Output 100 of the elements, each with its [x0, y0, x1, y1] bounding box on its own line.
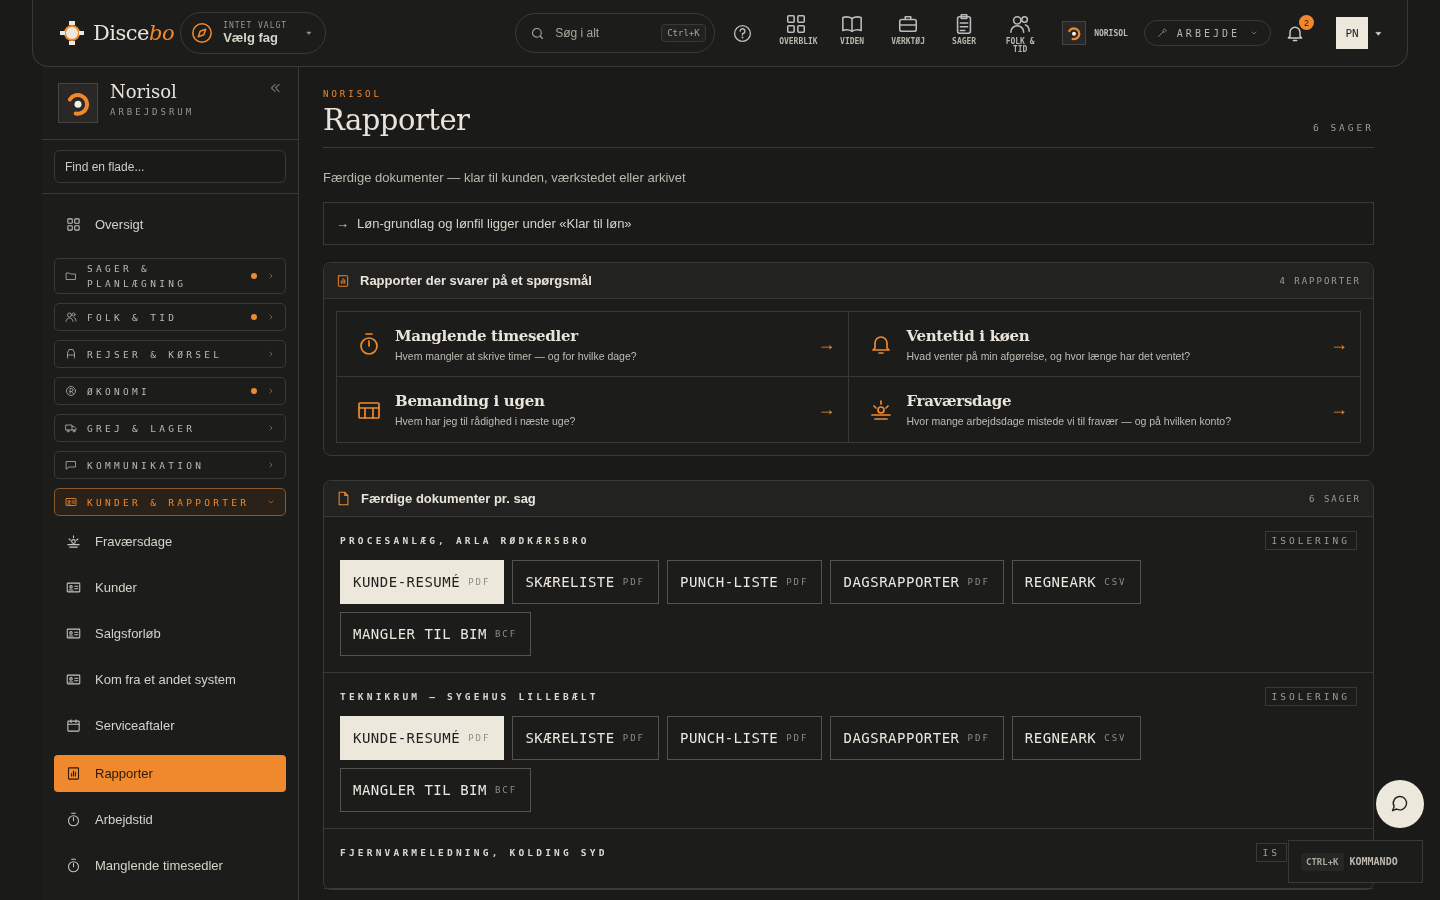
- calendar-icon: [66, 718, 81, 733]
- sidebar-item[interactable]: Salgsforløb: [54, 615, 286, 652]
- compass-icon: [191, 22, 214, 44]
- nav-button[interactable]: SAGER: [940, 12, 989, 54]
- sidebar-item[interactable]: Kom fra et andet system: [54, 661, 286, 698]
- workspace-name[interactable]: NORISOL: [1094, 28, 1128, 38]
- sidebar-item[interactable]: Oversigt: [54, 206, 286, 243]
- sidebar-item[interactable]: Rapporter: [54, 755, 286, 792]
- report-count: 4 RAPPORTER: [1279, 275, 1361, 286]
- grid-icon: [66, 217, 81, 232]
- document-button[interactable]: DAGSRAPPORTER PDF: [830, 716, 1004, 760]
- truck-icon: [65, 422, 77, 434]
- nav-button[interactable]: OVERBLIK: [772, 12, 821, 54]
- breadcrumb: NORISOL: [323, 89, 383, 99]
- case-name: TEKNIKRUM — SYGEHUS LILLEBÆLT: [340, 691, 599, 702]
- command-hint[interactable]: CTRL+K KOMMANDO: [1288, 840, 1423, 883]
- timer-icon: [66, 858, 81, 873]
- sidebar-group[interactable]: ØKONOMI: [54, 377, 286, 405]
- sidebar-item[interactable]: Fraværsdage: [54, 523, 286, 560]
- workspace-title: Norisol: [110, 81, 178, 102]
- shortcut-key: Ctrl+K: [661, 24, 706, 42]
- page-subtitle: Færdige dokumenter — klar til kunden, værkstedet eller arkivet: [323, 170, 687, 185]
- nav-button[interactable]: VÆRKTØJ: [884, 12, 933, 54]
- chevron-icon: [267, 313, 275, 321]
- collapse-icon[interactable]: [268, 81, 282, 95]
- sidebar-item[interactable]: Kunder: [54, 569, 286, 606]
- sidebar-group[interactable]: KUNDER & RAPPORTER: [54, 488, 286, 516]
- sidebar-group[interactable]: REJSER & KØRSEL: [54, 340, 286, 368]
- contact-card-icon: [66, 580, 81, 595]
- wrench-icon: [1156, 28, 1167, 38]
- document-button[interactable]: REGNEARK CSV: [1011, 560, 1141, 604]
- chevron-icon: [267, 461, 275, 469]
- case-name: PROCESANLÆG, ARLA RØDKÆRSBRO: [340, 535, 590, 546]
- chat-button[interactable]: [1376, 780, 1424, 828]
- notice-text: Løn-grundlag og lønfil ligger under «Klar til løn»: [357, 216, 632, 231]
- notifications-button[interactable]: 2: [1285, 15, 1314, 43]
- people-icon: [65, 311, 77, 323]
- search-field[interactable]: Søg i alt: [553, 25, 654, 41]
- workspace-logo-icon: [58, 83, 98, 123]
- chevron-icon: [1250, 29, 1258, 37]
- folder-icon: [65, 270, 77, 282]
- sidebar-item[interactable]: Serviceaftaler: [54, 707, 286, 744]
- contact-card-icon: [66, 672, 81, 687]
- caret-icon: [305, 29, 314, 37]
- chevron-icon: [267, 424, 275, 432]
- sun-icon: [66, 534, 81, 549]
- help-icon[interactable]: [733, 23, 753, 43]
- sidebar-group[interactable]: GREJ & LAGER: [54, 414, 286, 442]
- report-link[interactable]: Manglende timesedler Hvem mangler at skrive timer — og for hvilke dage? →: [337, 312, 849, 377]
- filter-field[interactable]: Find en flade...: [54, 150, 286, 183]
- sun-icon: [868, 397, 893, 422]
- chevron-icon: [267, 498, 275, 506]
- trade-tag: ISOLERING: [1264, 687, 1357, 706]
- brand-name[interactable]: Discebo: [93, 21, 175, 45]
- timer-icon: [357, 332, 381, 356]
- card-title: Færdige dokumenter pr. sag: [361, 491, 536, 506]
- contact-card-icon: [66, 626, 81, 641]
- logo-icon: [57, 18, 87, 48]
- document-button[interactable]: MANGLER TIL BIM BCF: [340, 612, 532, 656]
- document-button[interactable]: DAGSRAPPORTER PDF: [830, 560, 1004, 604]
- document-icon: [336, 491, 351, 506]
- report-link[interactable]: Ventetid i køen Hvad venter på min afgørelse, og hvor længe har det ventet? →: [848, 312, 1360, 377]
- document-button[interactable]: SKÆRELISTE PDF: [512, 716, 659, 760]
- workspace-logo-icon: [1062, 21, 1087, 45]
- trade-tag: IS: [1255, 843, 1287, 862]
- nav-button[interactable]: FOLK & TID: [996, 12, 1045, 54]
- sidebar-item[interactable]: Arbejdstid: [54, 801, 286, 838]
- document-button[interactable]: PUNCH-LISTE PDF: [667, 716, 823, 760]
- shortcut-key: CTRL+K: [1301, 852, 1344, 871]
- case-name: FJERNVARMELEDNING, KOLDING SYD: [340, 847, 608, 858]
- document-button[interactable]: PUNCH-LISTE PDF: [667, 560, 823, 604]
- sidebar-item[interactable]: Manglende timesedler: [54, 847, 286, 884]
- chevron-icon: [267, 387, 275, 395]
- contact-card-icon: [65, 496, 77, 508]
- search-icon: [530, 25, 546, 41]
- document-button[interactable]: MANGLER TIL BIM BCF: [340, 768, 532, 812]
- card-title: Rapporter der svarer på et spørgsmål: [360, 273, 592, 288]
- report-link[interactable]: Fraværsdage Hvor mange arbejdsdage mistede vi til fravær — og på hvilken konto? →: [848, 377, 1360, 442]
- timer-icon: [66, 812, 81, 827]
- document-button[interactable]: KUNDE-RESUMÉ PDF: [340, 716, 505, 760]
- speech-bubble-icon: [65, 459, 77, 471]
- trade-tag: ISOLERING: [1264, 531, 1357, 550]
- nav-button[interactable]: VIDEN: [828, 12, 877, 54]
- sidebar-group[interactable]: SAGER & PLANLÆGNING: [54, 258, 286, 294]
- arrow-icon: →: [336, 216, 349, 231]
- command-label: KOMMANDO: [1349, 856, 1398, 867]
- chart-icon: [66, 766, 81, 781]
- speech-bubble-icon: [1390, 794, 1410, 814]
- chevron-icon: [267, 272, 275, 280]
- chart-icon: [336, 273, 350, 288]
- sidebar-group[interactable]: FOLK & TID: [54, 303, 286, 331]
- document-button[interactable]: KUNDE-RESUMÉ PDF: [340, 560, 505, 604]
- report-link[interactable]: Bemanding i ugen Hvem har jeg til rådighed i næste uge? →: [337, 377, 849, 442]
- document-button[interactable]: REGNEARK CSV: [1011, 716, 1141, 760]
- user-avatar[interactable]: PN: [1336, 17, 1368, 49]
- chevron-icon: [267, 350, 275, 358]
- document-button[interactable]: SKÆRELISTE PDF: [512, 560, 659, 604]
- sidebar-group[interactable]: KOMMUNIKATION: [54, 451, 286, 479]
- grid-icon: [785, 12, 808, 35]
- page-title: Rapporter: [323, 103, 470, 137]
